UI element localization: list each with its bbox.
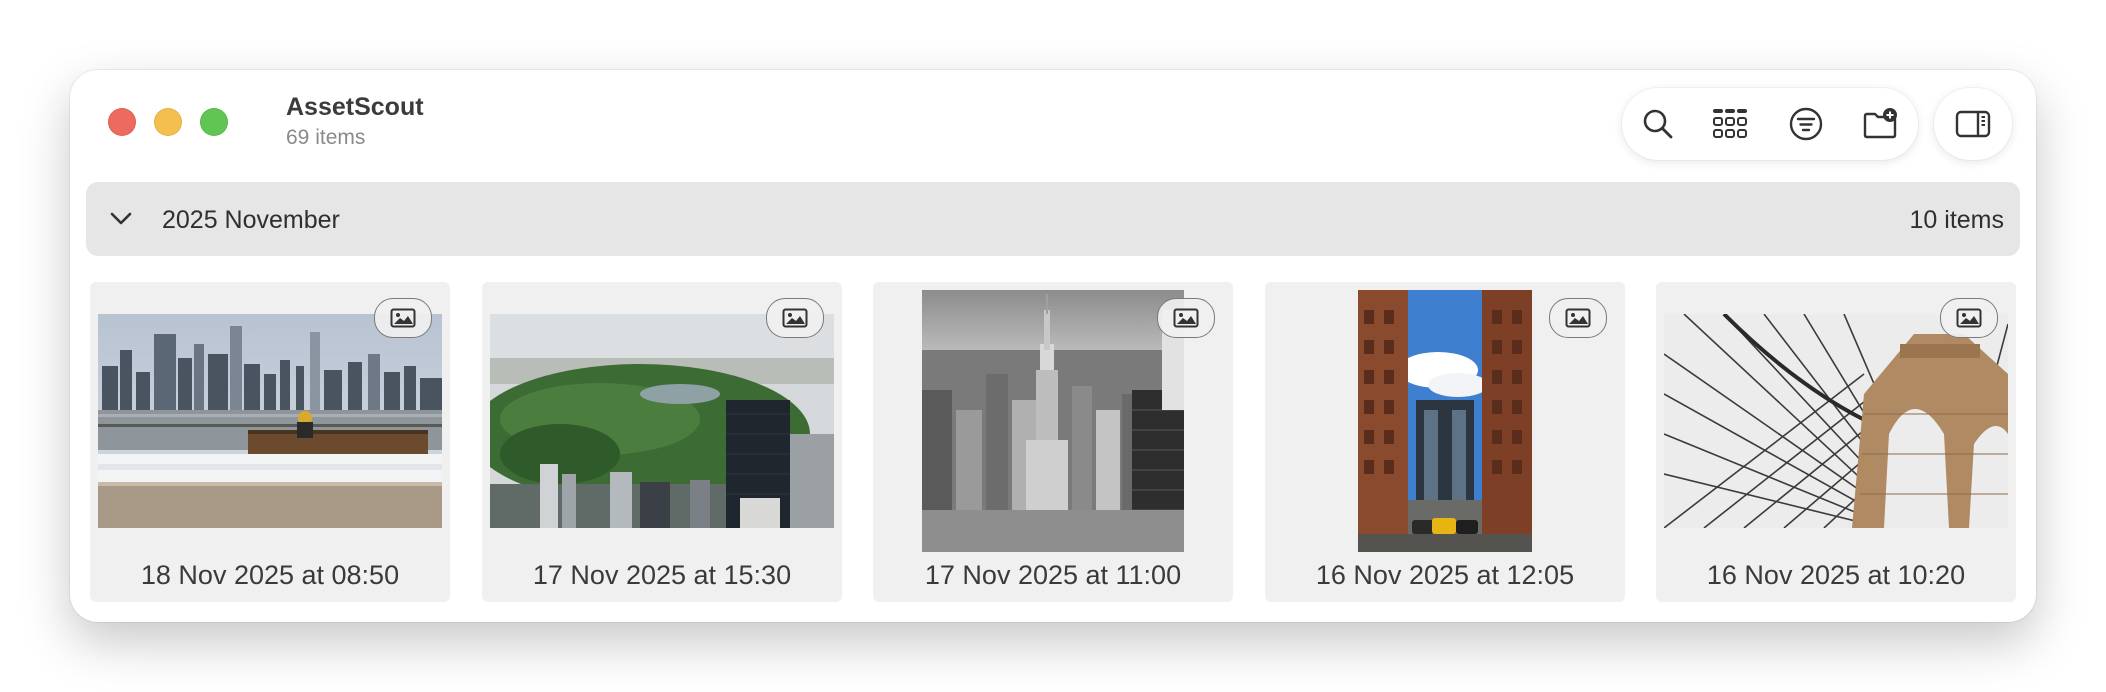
- toolbar-group: [1622, 88, 1918, 160]
- photo-type-badge: [766, 298, 824, 338]
- zoom-button[interactable]: [200, 108, 228, 136]
- asset-thumbnail: [490, 314, 834, 528]
- photo-icon: [1173, 308, 1199, 328]
- asset-thumbnail: [1358, 290, 1532, 552]
- asset-card[interactable]: 17 Nov 2025 at 15:30: [482, 282, 842, 602]
- minimize-button[interactable]: [154, 108, 182, 136]
- photo-icon: [782, 308, 808, 328]
- new-folder-button[interactable]: [1860, 104, 1900, 144]
- asset-thumbnail: [98, 314, 442, 528]
- inspector-toggle-button[interactable]: [1953, 104, 1993, 144]
- asset-card[interactable]: 18 Nov 2025 at 08:50: [90, 282, 450, 602]
- asset-card[interactable]: 16 Nov 2025 at 12:05: [1265, 282, 1625, 602]
- photo-type-badge: [1940, 298, 1998, 338]
- asset-date: 17 Nov 2025 at 11:00: [924, 560, 1182, 590]
- photo-icon: [390, 308, 416, 328]
- sidebar-right-icon: [1955, 110, 1991, 138]
- asset-card[interactable]: 17 Nov 2025 at 11:00: [873, 282, 1233, 602]
- chevron-down-icon[interactable]: [106, 204, 136, 234]
- photo-type-badge: [1549, 298, 1607, 338]
- asset-card[interactable]: 16 Nov 2025 at 10:20: [1656, 282, 2016, 602]
- filter-icon: [1789, 107, 1823, 141]
- asset-date: 16 Nov 2025 at 10:20: [1706, 560, 1966, 590]
- photo-type-badge: [374, 298, 432, 338]
- asset-date: 16 Nov 2025 at 12:05: [1315, 560, 1575, 590]
- photo-icon: [1565, 308, 1591, 328]
- search-icon: [1643, 109, 1673, 139]
- section-header-november[interactable]: 2025 November 10 items: [86, 182, 2020, 256]
- asset-date: 17 Nov 2025 at 15:30: [532, 560, 792, 590]
- section-item-count: 10 items: [1909, 206, 2004, 234]
- close-button[interactable]: [108, 108, 136, 136]
- section-title: 2025 November: [162, 206, 340, 234]
- photo-type-badge: [1157, 298, 1215, 338]
- window-title: AssetScout: [286, 93, 424, 121]
- asset-thumbnail: [922, 290, 1184, 552]
- search-button[interactable]: [1638, 104, 1678, 144]
- photo-icon: [1956, 308, 1982, 328]
- asset-thumbnail: [1664, 314, 2008, 528]
- folder-plus-icon: [1863, 108, 1897, 139]
- asset-date: 18 Nov 2025 at 08:50: [140, 560, 400, 590]
- grid-icon: [1713, 109, 1747, 138]
- filter-button[interactable]: [1786, 104, 1826, 144]
- toolbar-sidebar-container: [1934, 88, 2012, 160]
- grid-view-button[interactable]: [1710, 104, 1750, 144]
- app-window: AssetScout 69 items 2025 November 10 ite…: [70, 70, 2036, 622]
- item-count: 69 items: [286, 126, 366, 149]
